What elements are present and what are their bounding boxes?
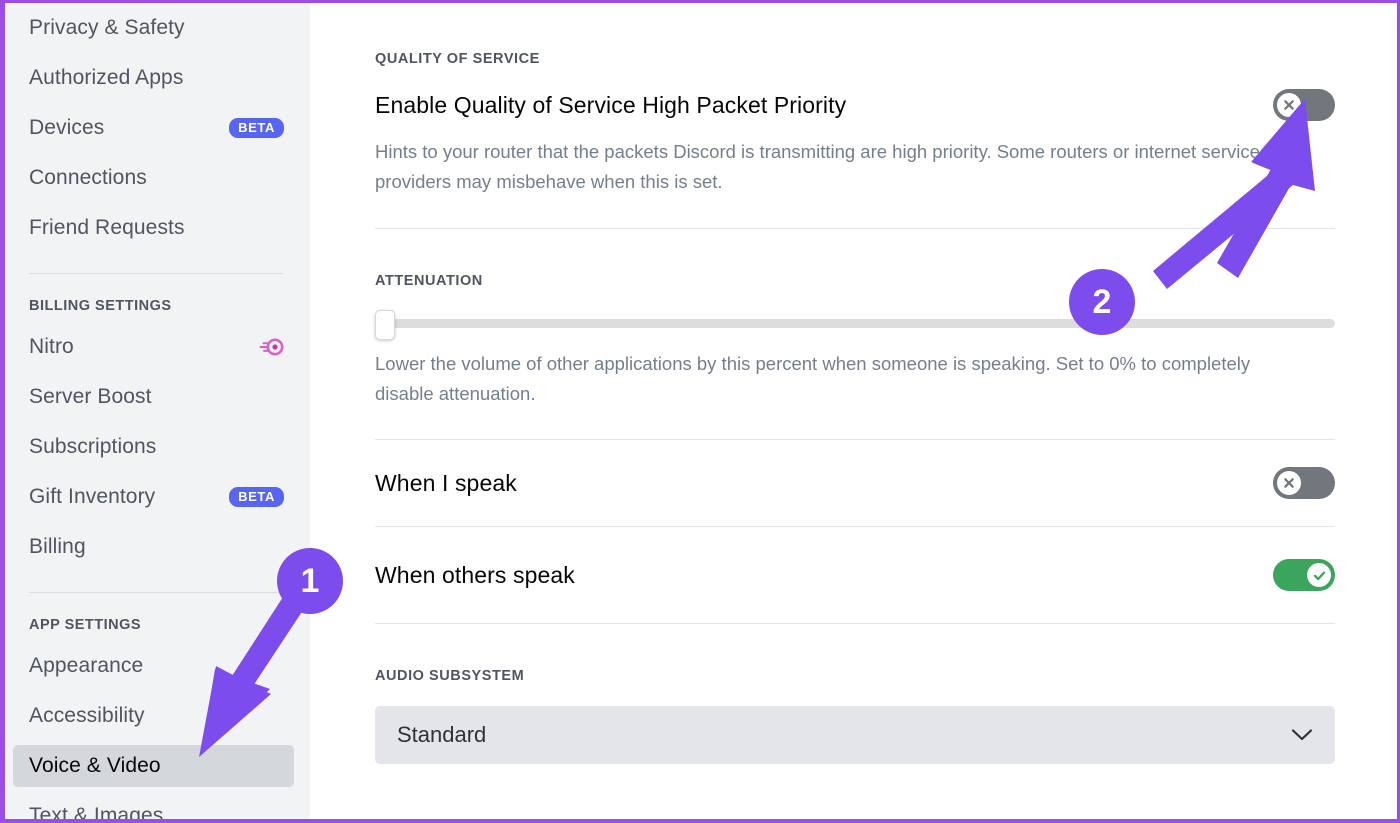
sidebar-item-devices[interactable]: Devices BETA xyxy=(13,107,294,149)
audio-subsystem-value: Standard xyxy=(397,722,487,747)
sidebar-item-label: Accessibility xyxy=(29,704,145,727)
sidebar-item-label: Billing xyxy=(29,535,86,558)
slider-track xyxy=(375,318,1335,328)
attenuation-header: ATTENUATION xyxy=(375,273,483,289)
sidebar-item-label: Server Boost xyxy=(29,385,152,408)
sidebar-item-nitro[interactable]: Nitro xyxy=(13,326,294,368)
sidebar-item-label: Nitro xyxy=(29,335,74,358)
toggle-knob xyxy=(1277,93,1301,117)
qos-setting-title: Enable Quality of Service High Packet Pr… xyxy=(375,91,847,118)
toggle-knob xyxy=(1277,471,1301,495)
beta-badge: BETA xyxy=(229,118,284,138)
sidebar-item-subscriptions[interactable]: Subscriptions xyxy=(13,426,294,468)
row-when-others-speak[interactable]: When others speak xyxy=(375,527,1335,623)
when-others-speak-label: When others speak xyxy=(375,561,575,588)
attenuation-description: Lower the volume of other applications b… xyxy=(375,353,1251,404)
qos-description: Hints to your router that the packets Di… xyxy=(375,141,1260,192)
audio-subsystem-dropdown[interactable]: Standard xyxy=(375,706,1335,764)
sidebar-item-billing[interactable]: Billing xyxy=(13,526,294,568)
sidebar-item-label: Connections xyxy=(29,166,147,189)
when-i-speak-toggle[interactable] xyxy=(1273,467,1335,499)
annotation-badge-2: 2 xyxy=(1069,269,1135,335)
sidebar-item-label: Authorized Apps xyxy=(29,66,184,89)
sidebar-item-text-and-images[interactable]: Text & Images xyxy=(13,795,294,819)
sidebar-item-label: Appearance xyxy=(29,654,144,677)
sidebar-item-voice-and-video[interactable]: Voice & Video xyxy=(13,745,294,787)
sidebar-item-accessibility[interactable]: Accessibility xyxy=(13,695,294,737)
sidebar-item-gift-inventory[interactable]: Gift Inventory BETA xyxy=(13,476,294,518)
sidebar-section-billing-settings: BILLING SETTINGS xyxy=(29,298,172,314)
beta-badge: BETA xyxy=(229,487,284,507)
audio-subsystem-header: AUDIO SUBSYSTEM xyxy=(375,668,525,684)
sidebar-item-authorized-apps[interactable]: Authorized Apps xyxy=(13,57,294,99)
sidebar-item-server-boost[interactable]: Server Boost xyxy=(13,376,294,418)
close-icon xyxy=(1284,478,1294,488)
annotation-badge-1: 1 xyxy=(277,548,343,614)
sidebar-item-appearance[interactable]: Appearance xyxy=(13,645,294,687)
settings-content-pane: QUALITY OF SERVICE Enable Quality of Ser… xyxy=(310,3,1397,819)
toggle-knob xyxy=(1307,563,1331,587)
sidebar-item-label: Privacy & Safety xyxy=(29,16,185,39)
sidebar-item-connections[interactable]: Connections xyxy=(13,157,294,199)
when-others-speak-toggle[interactable] xyxy=(1273,559,1335,591)
row-when-i-speak[interactable]: When I speak xyxy=(375,440,1335,526)
slider-handle[interactable] xyxy=(375,310,395,340)
nitro-wheel-icon xyxy=(258,337,284,357)
attenuation-slider[interactable] xyxy=(375,310,1335,340)
sidebar-item-label: Voice & Video xyxy=(29,754,161,777)
sidebar-item-label: Gift Inventory xyxy=(29,485,156,508)
close-icon xyxy=(1284,100,1294,110)
quality-of-service-header: QUALITY OF SERVICE xyxy=(375,51,540,67)
sidebar-item-label: Devices xyxy=(29,116,105,139)
when-i-speak-label: When I speak xyxy=(375,469,517,496)
sidebar-item-friend-requests[interactable]: Friend Requests xyxy=(13,207,294,249)
qos-toggle[interactable] xyxy=(1273,89,1335,121)
sidebar-item-label: Subscriptions xyxy=(29,435,157,458)
settings-sidebar: Privacy & Safety Authorized Apps Devices… xyxy=(5,3,310,819)
sidebar-item-privacy-and-safety[interactable]: Privacy & Safety xyxy=(13,7,294,49)
discord-settings-window: Privacy & Safety Authorized Apps Devices… xyxy=(0,0,1400,823)
sidebar-section-app-settings: APP SETTINGS xyxy=(29,617,142,633)
sidebar-item-label: Friend Requests xyxy=(29,216,185,239)
chevron-down-icon xyxy=(1291,722,1313,748)
sidebar-item-label: Text & Images xyxy=(29,804,164,819)
check-icon xyxy=(1313,570,1325,580)
